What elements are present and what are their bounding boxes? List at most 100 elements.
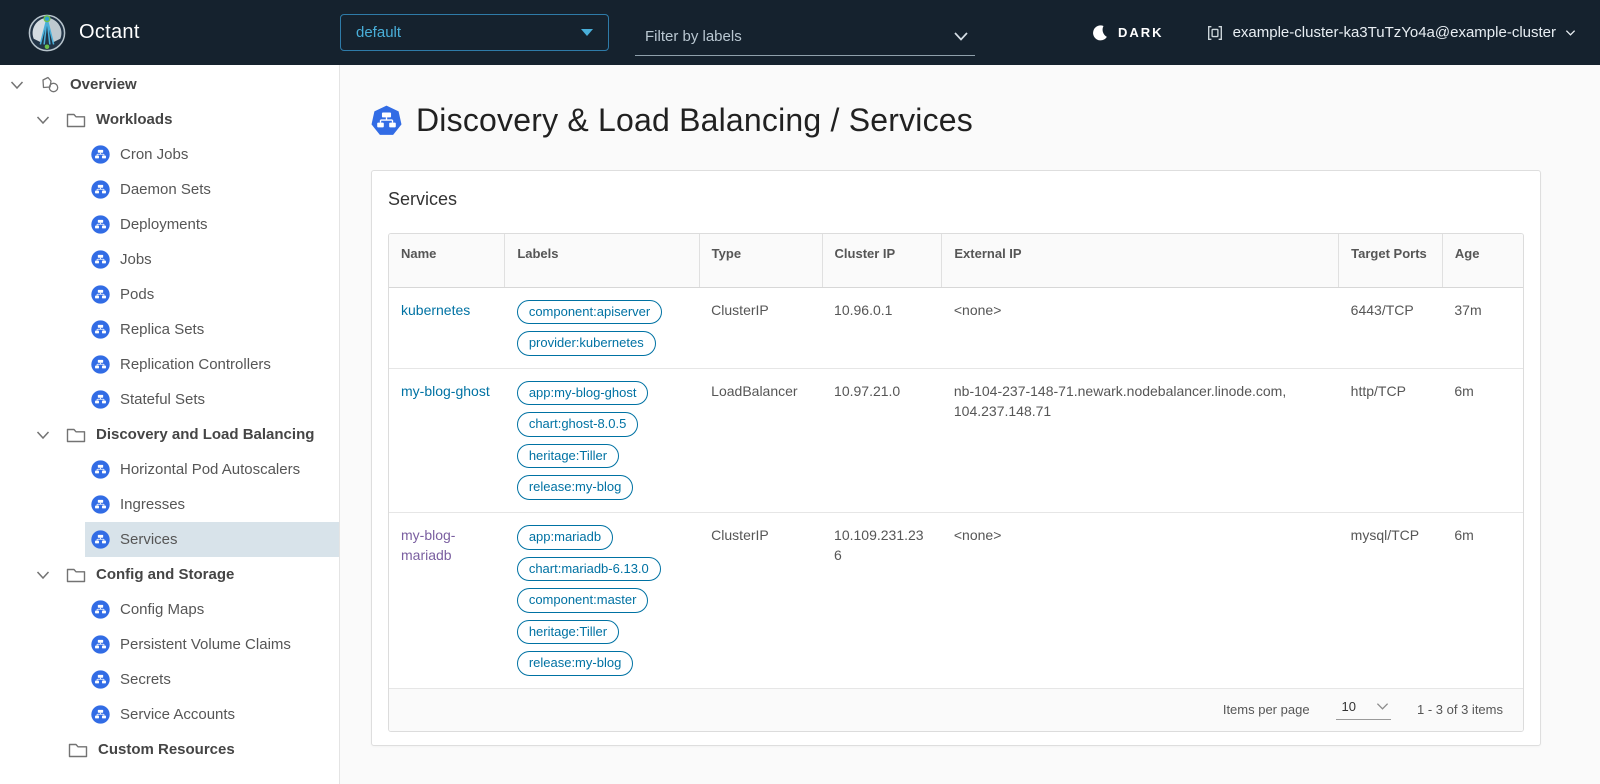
column-header-age: Age [1442,234,1523,287]
app-logo-wrap: Octant [28,14,340,52]
sidebar-item-label: Service Accounts [120,706,235,723]
service-heptagon-icon [371,105,402,136]
cell-cluster-ip: 10.97.21.0 [822,368,942,512]
chevron-down-icon[interactable] [36,570,50,580]
sidebar-item-label: Workloads [96,111,172,128]
column-header-labels: Labels [505,234,699,287]
sidebar-item-label: Config and Storage [96,566,234,583]
sidebar-item-label: Stateful Sets [120,391,205,408]
service-link[interactable]: kubernetes [401,302,470,318]
cell-external-ip: <none> [942,287,1339,368]
items-per-page-value: 10 [1342,699,1356,714]
daemonset-icon [91,180,110,199]
main-content: Discovery & Load Balancing / Services Se… [340,65,1600,784]
table-row: my-blog-mariadbapp:mariadbchart:mariadb-… [389,513,1523,689]
sidebar-item-secrets[interactable]: Secrets [0,662,339,697]
sidebar-item-services[interactable]: Services [0,522,339,557]
services-datagrid: NameLabelsTypeCluster IPExternal IPTarge… [388,233,1524,732]
chevron-down-icon[interactable] [953,30,969,42]
sidebar-item-service-accounts[interactable]: Service Accounts [0,697,339,732]
sidebar-item-config-and-storage[interactable]: Config and Storage [0,557,339,592]
cell-cluster-ip: 10.96.0.1 [822,287,942,368]
sidebar-item-discovery-and-load-balancing[interactable]: Discovery and Load Balancing [0,417,339,452]
service-link[interactable]: my-blog-ghost [401,383,490,399]
namespace-select[interactable]: default [340,14,609,51]
sidebar-item-ingresses[interactable]: Ingresses [0,487,339,522]
chevron-down-icon[interactable] [36,115,50,125]
sidebar-item-pods[interactable]: Pods [0,277,339,312]
statefulset-icon [91,390,110,409]
sidebar-item-label: Replication Controllers [120,356,271,373]
cluster-selector[interactable]: example-cluster-ka3TuTzYo4a@example-clus… [1206,24,1576,42]
folder-icon [66,566,86,584]
label-badge: component:apiserver [517,300,662,325]
folder-icon [66,111,86,129]
cell-cluster-ip: 10.109.231.236 [822,513,942,689]
column-header-name: Name [389,234,505,287]
services-table: NameLabelsTypeCluster IPExternal IPTarge… [389,234,1523,689]
sidebar-item-label: Overview [70,76,137,93]
sidebar-item-replication-controllers[interactable]: Replication Controllers [0,347,339,382]
sidebar-item-label: Horizontal Pod Autoscalers [120,461,300,478]
cell-target-ports: http/TCP [1339,368,1443,512]
label-badge: heritage:Tiller [517,444,619,469]
sidebar-item-label: Ingresses [120,496,185,513]
sidebar-item-stateful-sets[interactable]: Stateful Sets [0,382,339,417]
sidebar-item-label: Deployments [120,216,208,233]
sidebar-item-daemon-sets[interactable]: Daemon Sets [0,172,339,207]
sidebar-item-label: Services [120,531,178,548]
sidebar-item-label: Replica Sets [120,321,204,338]
overview-icon [40,75,60,95]
cell-type: ClusterIP [699,513,822,689]
sidebar-item-overview[interactable]: Overview [0,67,339,102]
caret-down-icon [581,29,593,36]
ingress-icon [91,495,110,514]
chevron-down-icon[interactable] [10,80,24,90]
theme-toggle-button[interactable]: DARK [1092,24,1164,42]
datagrid-footer: Items per page 10 1 - 3 of 3 items [389,689,1523,731]
items-per-page-label: Items per page [1223,702,1310,717]
configmap-icon [91,600,110,619]
sidebar-item-label: Cron Jobs [120,146,188,163]
service-icon [91,530,110,549]
label-badge: release:my-blog [517,651,634,676]
cell-name: kubernetes [389,287,505,368]
folder-icon [66,426,86,444]
folder-icon [68,741,88,759]
chevron-down-icon[interactable] [36,430,50,440]
label-badges: app:my-blog-ghostchart:ghost-8.0.5herita… [517,381,687,500]
column-header-external-ip: External IP [942,234,1339,287]
sidebar-item-cron-jobs[interactable]: Cron Jobs [0,137,339,172]
sidebar-item-custom-resources[interactable]: Custom Resources [0,732,339,767]
services-card: Services NameLabelsTypeCluster IPExterna… [371,170,1541,746]
secret-icon [91,670,110,689]
service-link[interactable]: my-blog-mariadb [401,527,455,563]
sidebar-item-workloads[interactable]: Workloads [0,102,339,137]
sidebar-item-config-maps[interactable]: Config Maps [0,592,339,627]
cell-type: ClusterIP [699,287,822,368]
cell-age: 6m [1442,513,1523,689]
items-per-page-select[interactable]: 10 [1336,699,1391,720]
cluster-selector-label: example-cluster-ka3TuTzYo4a@example-clus… [1233,24,1556,41]
page-title-row: Discovery & Load Balancing / Services [371,102,1600,139]
label-badge: provider:kubernetes [517,331,656,356]
cell-target-ports: mysql/TCP [1339,513,1443,689]
sidebar-item-label: Jobs [120,251,152,268]
label-badge: app:mariadb [517,525,613,550]
chevron-down-icon [1565,29,1576,37]
cluster-icon [1206,24,1224,42]
chevron-down-icon [1376,702,1389,711]
sidebar-item-replica-sets[interactable]: Replica Sets [0,312,339,347]
sidebar-item-horizontal-pod-autoscalers[interactable]: Horizontal Pod Autoscalers [0,452,339,487]
label-filter-input[interactable]: Filter by labels [635,20,975,56]
sidebar-item-deployments[interactable]: Deployments [0,207,339,242]
cell-age: 37m [1442,287,1523,368]
sidebar-item-persistent-volume-claims[interactable]: Persistent Volume Claims [0,627,339,662]
sidebar-item-jobs[interactable]: Jobs [0,242,339,277]
label-badge: release:my-blog [517,475,634,500]
column-header-cluster-ip: Cluster IP [822,234,942,287]
serviceaccount-icon [91,705,110,724]
sidebar-item-label: Pods [120,286,154,303]
table-header-row: NameLabelsTypeCluster IPExternal IPTarge… [389,234,1523,287]
hpa-icon [91,460,110,479]
